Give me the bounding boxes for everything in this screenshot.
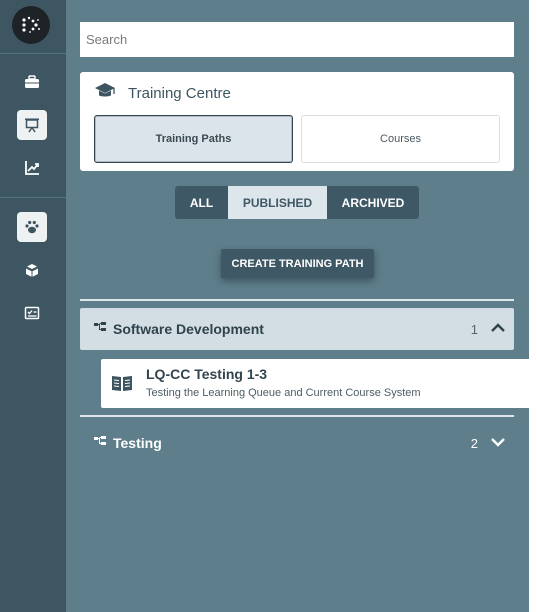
- main-panel: Training Centre Training Paths Courses A…: [66, 0, 529, 612]
- paw-icon[interactable]: [17, 212, 47, 242]
- divider: [80, 299, 514, 301]
- briefcase-icon[interactable]: [17, 67, 47, 97]
- course-title: LQ-CC Testing 1-3: [146, 366, 268, 382]
- filter-archived[interactable]: ARCHIVED: [327, 186, 419, 219]
- checklist-icon[interactable]: [17, 298, 47, 328]
- open-book-icon: [111, 374, 133, 397]
- group-count: 2: [470, 435, 478, 451]
- group-title: Software Development: [113, 321, 264, 337]
- page-background-strip: [529, 0, 537, 612]
- chevron-up-icon[interactable]: [490, 320, 506, 341]
- group-header-testing[interactable]: Testing 2: [80, 422, 514, 464]
- group-header-software-development[interactable]: Software Development 1: [80, 308, 514, 350]
- tab-training-paths[interactable]: Training Paths: [94, 115, 293, 163]
- logo-icon[interactable]: [12, 6, 50, 44]
- course-description: Testing the Learning Queue and Current C…: [146, 387, 421, 399]
- filter-published[interactable]: PUBLISHED: [228, 186, 327, 219]
- group-count: 1: [470, 321, 478, 337]
- tree-icon: [94, 434, 107, 452]
- course-list-item[interactable]: LQ-CC Testing 1-3 Testing the Learning Q…: [101, 359, 529, 408]
- rail-divider: [0, 197, 66, 198]
- chevron-down-icon[interactable]: [490, 434, 506, 455]
- tree-icon: [94, 320, 107, 338]
- chart-icon[interactable]: [17, 153, 47, 183]
- book-stack-icon[interactable]: [17, 255, 47, 285]
- card-header: Training Centre: [94, 82, 231, 105]
- graduation-cap-icon: [94, 82, 116, 105]
- group-title: Testing: [113, 435, 162, 451]
- sidebar-rail: [0, 0, 66, 612]
- status-filter: ALL PUBLISHED ARCHIVED: [175, 186, 419, 219]
- create-training-path-button[interactable]: CREATE TRAINING PATH: [221, 249, 374, 278]
- rail-divider: [0, 53, 66, 54]
- filter-all[interactable]: ALL: [175, 186, 228, 219]
- training-centre-card: Training Centre Training Paths Courses: [80, 72, 514, 171]
- card-title: Training Centre: [128, 85, 231, 102]
- tab-courses[interactable]: Courses: [301, 115, 500, 163]
- divider: [80, 415, 514, 417]
- search-input[interactable]: [80, 22, 514, 57]
- presentation-icon[interactable]: [17, 110, 47, 140]
